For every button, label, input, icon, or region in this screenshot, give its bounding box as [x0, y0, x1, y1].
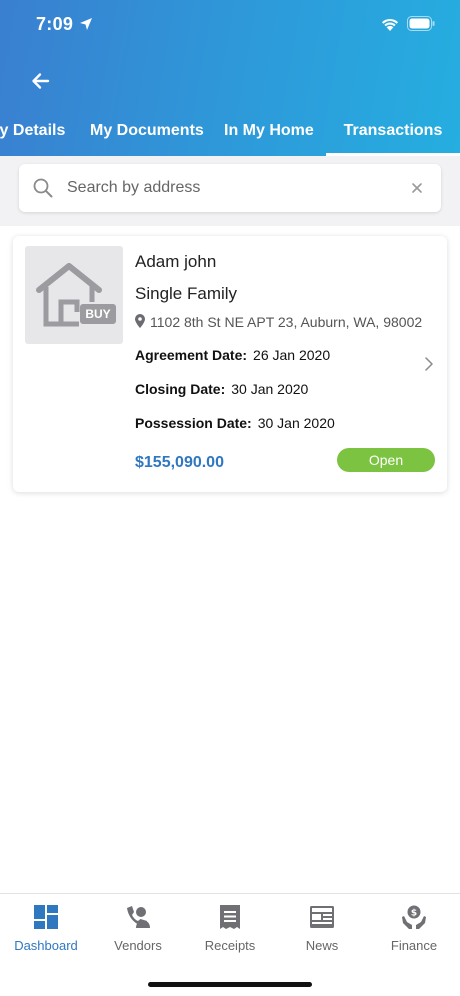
- possession-date-row: Possession Date: 30 Jan 2020: [135, 415, 335, 431]
- property-thumbnail: BUY: [25, 246, 123, 344]
- agreement-date-row: Agreement Date: 26 Jan 2020: [135, 347, 330, 363]
- location-pin-icon: [135, 314, 145, 328]
- close-icon[interactable]: [410, 181, 424, 195]
- transaction-price: $155,090.00: [135, 454, 224, 471]
- nav-item-dashboard[interactable]: Dashboard: [0, 894, 92, 964]
- home-indicator: [148, 982, 312, 987]
- svg-text:$: $: [411, 909, 417, 919]
- search-input[interactable]: [67, 172, 397, 204]
- transaction-card[interactable]: BUY Adam john Single Family 1102 8th St …: [13, 236, 447, 492]
- search-box: [19, 164, 441, 212]
- tab-my-documents[interactable]: My Documents: [90, 112, 204, 156]
- tab-transactions[interactable]: Transactions: [326, 112, 460, 156]
- vendors-icon: [127, 906, 150, 928]
- nav-item-vendors[interactable]: Vendors: [92, 894, 184, 964]
- status-time: 7:09: [36, 14, 74, 34]
- tab-property-details[interactable]: rty Details: [0, 112, 65, 156]
- buy-badge: BUY: [80, 304, 116, 324]
- nav-label-vendors: Vendors: [114, 938, 162, 953]
- tab-in-my-home[interactable]: In My Home: [224, 112, 314, 156]
- agreement-date-value: 26 Jan 2020: [253, 347, 331, 363]
- receipt-icon: [220, 905, 240, 929]
- header: 7:09 rty Details My Documents In My Home…: [0, 0, 460, 156]
- finance-icon: $: [402, 905, 426, 929]
- closing-date-value: 30 Jan 2020: [231, 381, 309, 397]
- nav-label-news: News: [305, 938, 339, 953]
- nav-label-dashboard: Dashboard: [14, 938, 78, 953]
- agreement-date-label: Agreement Date:: [135, 347, 248, 363]
- nav-label-finance: Finance: [390, 938, 438, 953]
- chevron-right-icon[interactable]: [424, 356, 434, 372]
- nav-label-receipts: Receipts: [204, 938, 256, 953]
- news-icon: [310, 906, 334, 928]
- bottom-nav: Dashboard Vendors Receipts News $ Financ…: [0, 893, 460, 996]
- status-bar: 7:09: [0, 0, 460, 50]
- tab-bar: rty Details My Documents In My Home Tran…: [0, 112, 460, 156]
- house-icon: [36, 263, 102, 327]
- nav-item-receipts[interactable]: Receipts: [184, 894, 276, 964]
- possession-date-label: Possession Date:: [135, 415, 252, 431]
- location-arrow-icon: [80, 18, 92, 30]
- property-type: Single Family: [135, 284, 238, 303]
- nav-item-news[interactable]: News: [276, 894, 368, 964]
- closing-date-row: Closing Date: 30 Jan 2020: [135, 381, 308, 397]
- possession-date-value: 30 Jan 2020: [257, 415, 335, 431]
- search-area: [0, 156, 460, 226]
- client-name: Adam john: [135, 252, 217, 271]
- wifi-icon: [382, 18, 398, 31]
- battery-icon: [407, 16, 435, 31]
- search-icon: [33, 178, 53, 198]
- closing-date-label: Closing Date:: [135, 381, 226, 397]
- nav-item-finance[interactable]: $ Finance: [368, 894, 460, 964]
- back-arrow-icon[interactable]: [26, 66, 56, 96]
- status-badge: Open: [337, 448, 435, 472]
- property-address: 1102 8th St NE APT 23, Auburn, WA, 98002: [150, 314, 423, 330]
- dashboard-icon: [34, 905, 58, 929]
